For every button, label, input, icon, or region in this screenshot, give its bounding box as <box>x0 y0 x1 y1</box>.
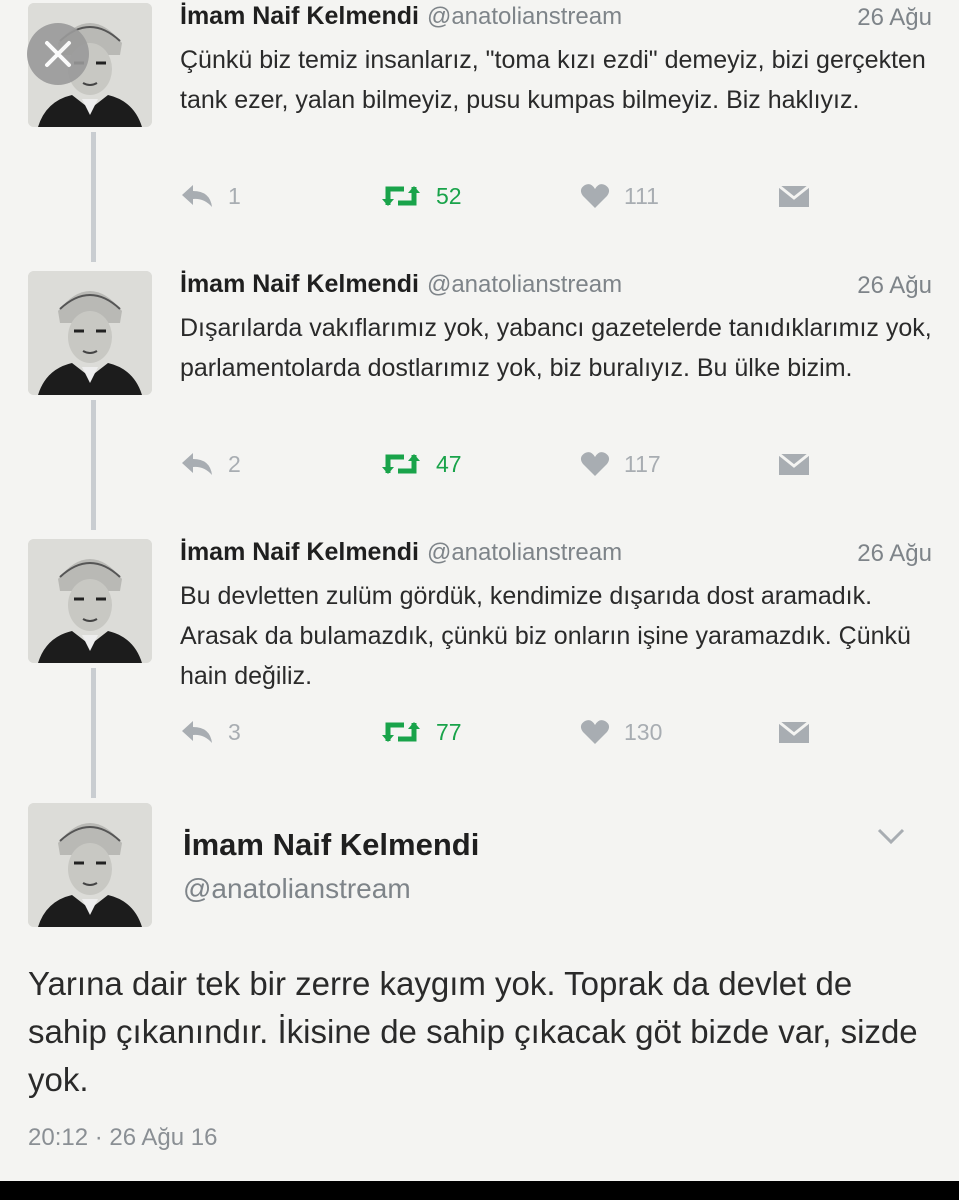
heart-icon <box>580 184 610 208</box>
heart-icon <box>580 452 610 476</box>
direct-message-icon <box>778 720 810 743</box>
tweet-text: Çünkü biz temiz insanlarız, "toma kızı e… <box>180 46 926 114</box>
tweet-date[interactable]: 26 Ağu <box>857 540 932 568</box>
retweet-count: 52 <box>436 182 462 209</box>
avatar[interactable] <box>28 539 152 663</box>
avatar[interactable] <box>28 271 152 395</box>
retweet-button[interactable]: 77 <box>380 712 462 752</box>
user-handle[interactable]: @anatolianstream <box>427 271 622 298</box>
tweet-text: Dışarılarda vakıflarımız yok, yabancı ga… <box>180 314 932 382</box>
retweet-icon <box>382 186 420 206</box>
tweet-date[interactable]: 26 Ağu <box>857 272 932 300</box>
reply-count: 3 <box>228 718 241 745</box>
reply-count: 2 <box>228 450 241 477</box>
heart-icon <box>580 720 610 744</box>
like-button[interactable]: 130 <box>580 712 662 752</box>
bottom-bar <box>0 1181 959 1200</box>
main-user-handle[interactable]: @anatolianstream <box>183 873 411 905</box>
like-count: 130 <box>624 718 663 745</box>
direct-message-icon <box>778 184 810 207</box>
user-handle[interactable]: @anatolianstream <box>427 3 622 30</box>
reply-button[interactable]: 3 <box>180 712 241 752</box>
retweet-button[interactable]: 52 <box>380 176 462 216</box>
tweet-header: İmam Naif Kelmendi @anatolianstream 26 Ağ… <box>180 2 932 36</box>
like-button[interactable]: 111 <box>580 176 659 216</box>
tweet[interactable]: İmam Naif Kelmendi @anatolianstream 26 Ağ… <box>0 0 959 240</box>
direct-message-button[interactable] <box>778 176 810 216</box>
reply-icon <box>182 185 212 207</box>
tweet-actions: 1 52 111 <box>180 176 820 216</box>
tweet-actions: 3 77 130 <box>180 712 820 752</box>
reply-button[interactable]: 1 <box>180 176 241 216</box>
reply-icon <box>182 453 212 475</box>
display-name[interactable]: İmam Naif Kelmendi <box>180 538 419 566</box>
close-icon <box>45 41 71 67</box>
reply-icon <box>182 721 212 743</box>
tweet-text: Bu devletten zulüm gördük, kendimize dış… <box>180 582 911 690</box>
direct-message-button[interactable] <box>778 712 810 752</box>
main-display-name[interactable]: İmam Naif Kelmendi <box>183 827 479 863</box>
direct-message-icon <box>778 452 810 475</box>
main-tweet-timestamp[interactable]: 20:12 · 26 Ağu 16 <box>28 1124 218 1152</box>
display-name[interactable]: İmam Naif Kelmendi <box>180 2 419 30</box>
like-button[interactable]: 117 <box>580 444 661 484</box>
tweet-header: İmam Naif Kelmendi @anatolianstream 26 Ağ… <box>180 270 932 304</box>
tweet-date[interactable]: 26 Ağu <box>857 4 932 32</box>
reply-count: 1 <box>228 182 241 209</box>
reply-button[interactable]: 2 <box>180 444 241 484</box>
like-count: 117 <box>624 450 661 477</box>
avatar[interactable] <box>28 803 152 927</box>
tweet-actions: 2 47 117 <box>180 444 820 484</box>
user-handle[interactable]: @anatolianstream <box>427 539 622 566</box>
retweet-icon <box>382 454 420 474</box>
main-tweet-text: Yarına dair tek bir zerre kaygım yok. To… <box>28 965 918 1098</box>
retweet-count: 47 <box>436 450 462 477</box>
tweet[interactable]: İmam Naif Kelmendi @anatolianstream 26 Ağ… <box>0 268 959 508</box>
tweet-header: İmam Naif Kelmendi @anatolianstream 26 Ağ… <box>180 538 932 572</box>
direct-message-button[interactable] <box>778 444 810 484</box>
like-count: 111 <box>624 182 659 209</box>
retweet-button[interactable]: 47 <box>380 444 462 484</box>
chevron-down-icon[interactable] <box>876 824 906 848</box>
retweet-icon <box>382 722 420 742</box>
close-button[interactable] <box>27 23 89 85</box>
display-name[interactable]: İmam Naif Kelmendi <box>180 270 419 298</box>
tweet[interactable]: İmam Naif Kelmendi @anatolianstream 26 Ağ… <box>0 536 959 776</box>
retweet-count: 77 <box>436 718 462 745</box>
